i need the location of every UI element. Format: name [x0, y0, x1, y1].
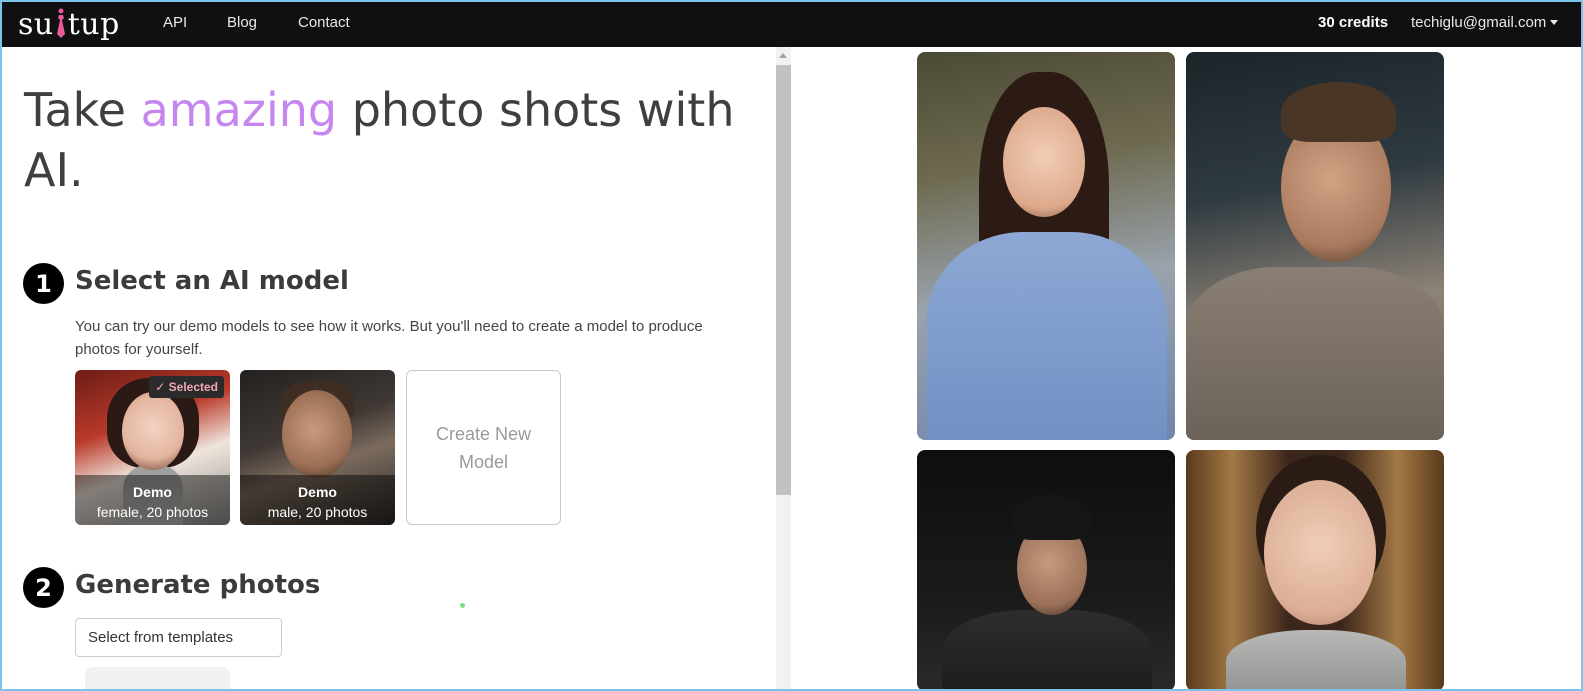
left-panel: Take amazing photo shots with AI. 1 Sele… [0, 47, 776, 691]
photo-hair [1281, 82, 1396, 142]
logo-text-right: tup [67, 7, 120, 42]
brand-logo[interactable]: su tup [18, 6, 120, 42]
model-card-name: Demo [133, 484, 172, 500]
scroll-up-arrow-icon[interactable] [779, 53, 787, 58]
account-dropdown[interactable]: techiglu@gmail.com [1411, 14, 1559, 31]
step-1-badge: 1 [23, 263, 64, 304]
nav-link-api[interactable]: API [163, 14, 187, 31]
model-photo-face [282, 390, 352, 478]
model-photo-face [122, 392, 184, 470]
step-2-title: Generate photos [75, 570, 321, 600]
model-card-caption: Demo male, 20 photos [240, 475, 395, 525]
model-card-name: Demo [298, 484, 337, 500]
model-card-demo-male[interactable]: Demo male, 20 photos [240, 370, 395, 525]
gallery-photo-man-grey-suit [1186, 52, 1444, 440]
nav-link-blog[interactable]: Blog [227, 14, 257, 31]
gallery-photo-man-black-suit [917, 450, 1175, 691]
gallery-photo-woman-blue-suit [917, 52, 1175, 440]
left-panel-scrollbar[interactable] [776, 47, 791, 691]
photo-body [1226, 630, 1406, 691]
hero-title-accent: amazing [140, 83, 338, 137]
photo-body [942, 610, 1152, 691]
hero-title-start: Take [24, 83, 141, 137]
hero-title: Take amazing photo shots with AI. [24, 80, 764, 200]
photo-face [1003, 107, 1085, 217]
model-card-caption: Demo female, 20 photos [75, 475, 230, 525]
logo-text-left: su [18, 7, 54, 42]
create-new-model-button[interactable]: Create New Model [406, 370, 561, 525]
scrollbar-thumb[interactable] [776, 65, 791, 495]
credits-counter[interactable]: 30 credits [1318, 14, 1388, 31]
model-card-subtitle: female, 20 photos [96, 504, 209, 520]
model-card-demo-female[interactable]: ✓ Selected Demo female, 20 photos [75, 370, 230, 525]
gallery-photo-woman-smiling [1186, 450, 1444, 691]
photo-hair [1011, 495, 1091, 540]
top-navbar: su tup API Blog Contact 30 credits techi… [0, 0, 1583, 47]
nav-link-contact[interactable]: Contact [298, 14, 350, 31]
selected-badge: ✓ Selected [149, 376, 224, 398]
photo-face [1264, 480, 1376, 625]
template-select[interactable]: Select from templates [75, 618, 282, 657]
step-2-badge: 2 [23, 567, 64, 608]
photo-body [1186, 267, 1444, 440]
loading-indicator [460, 603, 465, 608]
tie-icon [55, 8, 67, 38]
caret-down-icon [1550, 20, 1559, 25]
step-1-title: Select an AI model [75, 266, 349, 296]
model-card-subtitle: male, 20 photos [267, 504, 368, 520]
template-preview-placeholder [85, 667, 230, 691]
step-1-description: You can try our demo models to see how i… [75, 318, 703, 358]
account-email: techiglu@gmail.com [1411, 14, 1547, 31]
photo-body [927, 232, 1167, 440]
